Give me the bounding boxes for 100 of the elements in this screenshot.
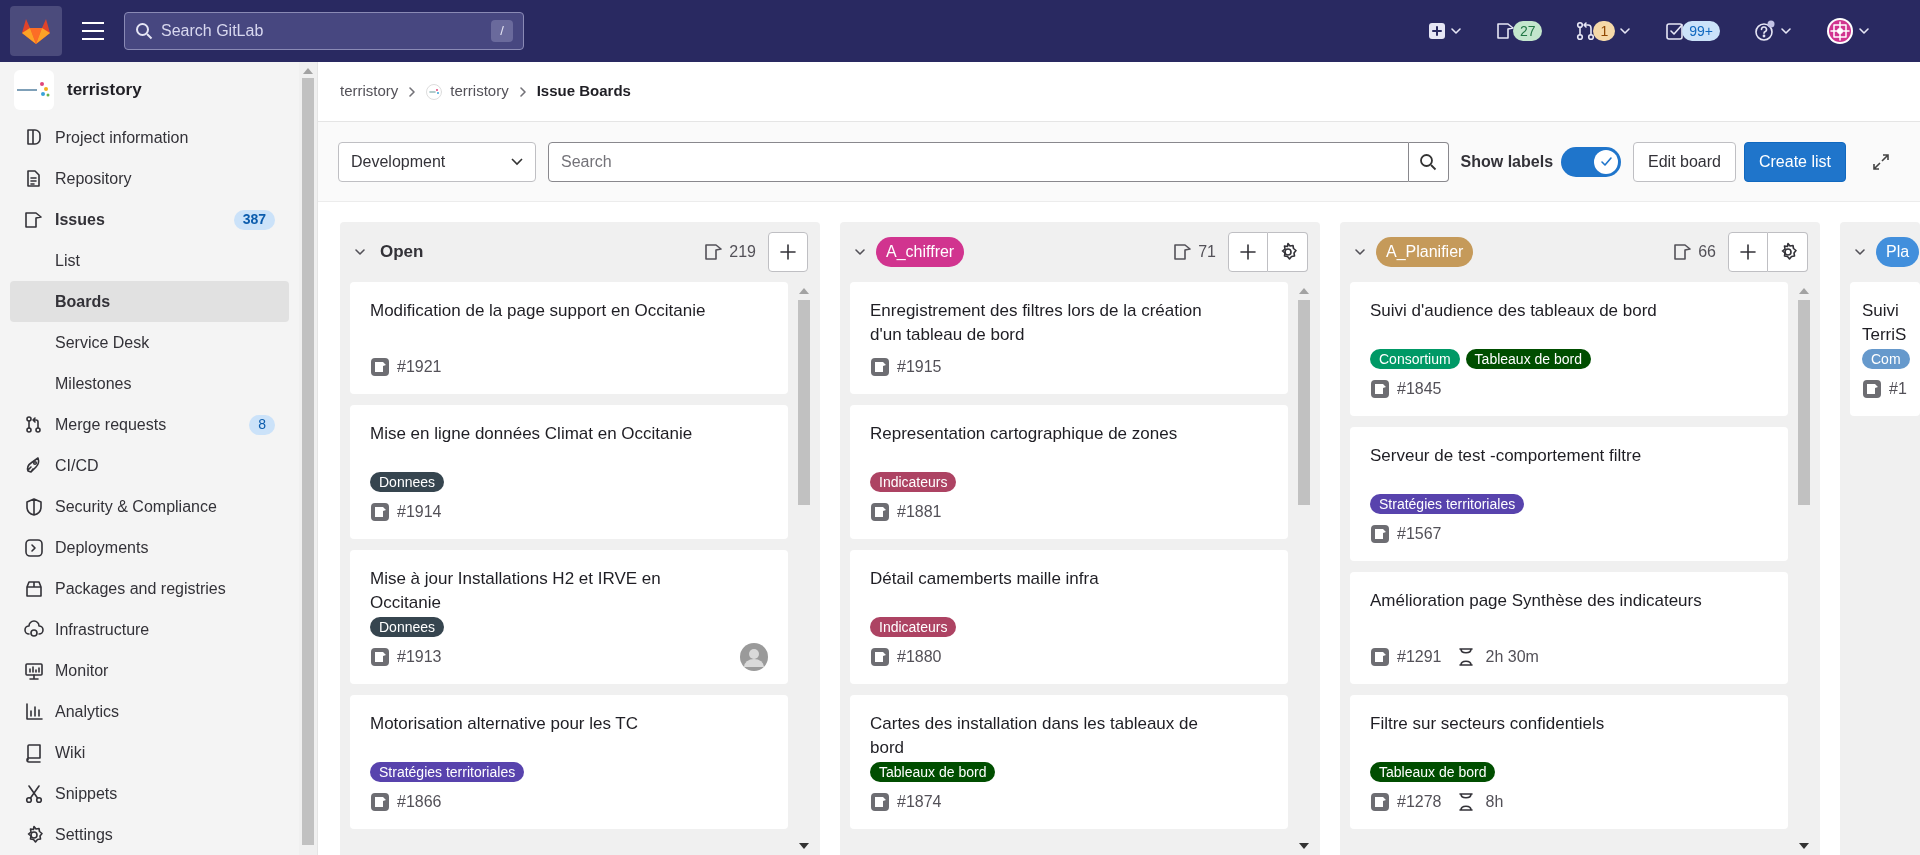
issue-title[interactable]: Enregistrement des filtres lors de la création d'un tableau de bord	[870, 299, 1230, 347]
scrollbar-thumb[interactable]	[1298, 300, 1310, 505]
sidebar-item[interactable]: Infrastructure	[10, 609, 289, 650]
issue-title[interactable]: Mise à jour Installations H2 et IRVE en Occitanie	[370, 567, 730, 615]
list-settings-button[interactable]	[1268, 232, 1308, 272]
help-button[interactable]	[1754, 20, 1792, 42]
issue-label[interactable]: Tableaux de bord	[1465, 349, 1591, 369]
sidebar-item[interactable]: Monitor	[10, 650, 289, 691]
issue-card[interactable]: Cartes des installation dans les tableaux de bord Tableaux de bord #1874	[850, 695, 1288, 829]
scrollbar-thumb[interactable]	[798, 300, 810, 505]
issue-card[interactable]: Enregistrement des filtres lors de la création d'un tableau de bord #1915	[850, 282, 1288, 394]
sidebar-subitem[interactable]: Milestones	[10, 363, 289, 404]
issue-card[interactable]: Mise à jour Installations H2 et IRVE en Occitanie Donnees #1913	[350, 550, 788, 684]
menu-icon[interactable]	[82, 22, 104, 40]
chevron-down-icon[interactable]	[1354, 248, 1366, 256]
scrollbar[interactable]	[299, 62, 317, 855]
add-issue-button[interactable]	[1228, 232, 1268, 272]
issue-label[interactable]: Stratégies territoriales	[1370, 494, 1525, 514]
issue-title[interactable]: Serveur de test -comportement filtre	[1370, 444, 1730, 492]
list-settings-button[interactable]	[1768, 232, 1808, 272]
breadcrumb-link[interactable]: terristory	[340, 80, 399, 103]
issue-label[interactable]: Tableaux de bord	[870, 762, 996, 782]
issue-card[interactable]: Suivi d'audience des tableaux de bord Consortium Tableaux de bord #1845	[1350, 282, 1788, 416]
sidebar-subitem[interactable]: List	[10, 240, 289, 281]
scrollbar-thumb[interactable]	[1798, 300, 1810, 505]
search-input[interactable]: Search GitLab	[161, 19, 483, 43]
issue-title[interactable]: Modification de la page support en Occitanie	[370, 299, 730, 347]
todos-button[interactable]: 99+	[1665, 21, 1720, 41]
issue-card[interactable]: Mise en ligne données Climat en Occitanie Donnees #1914	[350, 405, 788, 539]
create-new-button[interactable]	[1427, 22, 1462, 40]
expand-icon[interactable]	[1872, 152, 1890, 171]
issue-card[interactable]: Motorisation alternative pour les TC Stratégies territoriales #1866	[350, 695, 788, 829]
sidebar-item[interactable]: Settings	[10, 814, 289, 855]
gitlab-logo-button[interactable]	[10, 6, 62, 56]
issue-title[interactable]: Representation cartographique de zones	[870, 422, 1230, 470]
document-icon	[24, 127, 44, 148]
issue-card[interactable]: Serveur de test -comportement filtre Stratégies territoriales #1567	[1350, 427, 1788, 561]
issue-card[interactable]: Amélioration page Synthèse des indicateurs #1291 2h 30m	[1350, 572, 1788, 684]
issue-card[interactable]: Representation cartographique de zones Indicateurs #1881	[850, 405, 1288, 539]
toggle-switch[interactable]	[1561, 146, 1622, 177]
issue-title[interactable]: Suivi d'audience des tableaux de bord	[1370, 299, 1730, 347]
sidebar-item[interactable]: Wiki	[10, 732, 289, 773]
issue-label[interactable]: Tableaux de bord	[1370, 762, 1496, 782]
issue-number: #1291	[1397, 647, 1442, 667]
user-menu-button[interactable]	[1826, 17, 1870, 45]
issue-card[interactable]: Modification de la page support en Occitanie #1921	[350, 282, 788, 394]
scroll-down-icon[interactable]	[799, 843, 809, 849]
sidebar-item[interactable]: Security & Compliance	[10, 486, 289, 527]
sidebar-subitem[interactable]: Boards	[10, 281, 289, 322]
sidebar-item[interactable]: Packages and registries	[10, 568, 289, 609]
count-badge: 387	[233, 209, 275, 230]
issue-label[interactable]: Donnees	[370, 472, 445, 492]
scroll-down-icon[interactable]	[1799, 843, 1809, 849]
sidebar-item[interactable]: Repository	[10, 158, 289, 199]
edit-board-button[interactable]: Edit board	[1633, 141, 1736, 182]
chevron-down-icon[interactable]	[854, 248, 866, 256]
time-estimate: 2h 30m	[1485, 647, 1539, 667]
breadcrumb-link[interactable]: terristory	[450, 80, 509, 103]
issue-label[interactable]: Stratégies territoriales	[370, 762, 525, 782]
assignee-avatar-icon[interactable]	[740, 643, 768, 671]
board-dropdown[interactable]: Development	[338, 141, 536, 182]
deploy-icon	[24, 537, 44, 558]
issue-title[interactable]: Détail camemberts maille infra	[870, 567, 1230, 615]
scroll-down-icon[interactable]	[1299, 843, 1309, 849]
scrollbar-thumb[interactable]	[302, 78, 314, 845]
sidebar-item[interactable]: Project information	[10, 117, 289, 158]
add-issue-button[interactable]	[1728, 232, 1768, 272]
issue-label[interactable]: Donnees	[370, 617, 445, 637]
sidebar-item[interactable]: CI/CD	[10, 445, 289, 486]
project-name[interactable]: terristory	[67, 76, 142, 103]
issue-card[interactable]: Détail camemberts maille infra Indicateurs #1880	[850, 550, 1288, 684]
issue-title[interactable]: Mise en ligne données Climat en Occitanie	[370, 422, 730, 470]
issue-card[interactable]: Suivi TerriS Com #1	[1850, 282, 1920, 416]
issue-title[interactable]: Motorisation alternative pour les TC	[370, 712, 730, 760]
create-list-button[interactable]: Create list	[1743, 141, 1846, 182]
issues-button[interactable]: 27	[1495, 21, 1543, 41]
search-field[interactable]: Search	[548, 141, 1409, 182]
issue-title[interactable]: Cartes des installation dans les tableaux de bord	[870, 712, 1230, 760]
sidebar-item[interactable]: Issues 387	[10, 199, 289, 240]
sidebar-item[interactable]: Snippets	[10, 773, 289, 814]
issue-type-icon	[870, 357, 890, 377]
issue-label[interactable]: Indicateurs	[870, 472, 957, 492]
issue-card[interactable]: Filtre sur secteurs confidentiels Tableaux de bord #1278 8h	[1350, 695, 1788, 829]
sidebar-item[interactable]: Deployments	[10, 527, 289, 568]
issue-label[interactable]: Indicateurs	[870, 617, 957, 637]
chevron-down-icon[interactable]	[1854, 248, 1866, 256]
search-field[interactable]: Search GitLab /	[124, 12, 524, 50]
sidebar-item[interactable]: Analytics	[10, 691, 289, 732]
issue-title[interactable]: Amélioration page Synthèse des indicateurs	[1370, 589, 1730, 637]
issue-title[interactable]: Suivi TerriS	[1862, 299, 1908, 347]
breadcrumb-current[interactable]: Issue Boards	[536, 80, 631, 103]
sidebar-subitem[interactable]: Service Desk	[10, 322, 289, 363]
merge-requests-button[interactable]: 1	[1576, 21, 1632, 41]
chevron-down-icon[interactable]	[354, 248, 366, 256]
add-issue-button[interactable]	[768, 232, 808, 272]
issue-label[interactable]: Consortium	[1370, 349, 1460, 369]
issue-title[interactable]: Filtre sur secteurs confidentiels	[1370, 712, 1730, 760]
search-button[interactable]	[1408, 141, 1449, 182]
sidebar-item[interactable]: Merge requests 8	[10, 404, 289, 445]
issue-type-icon	[370, 647, 390, 667]
